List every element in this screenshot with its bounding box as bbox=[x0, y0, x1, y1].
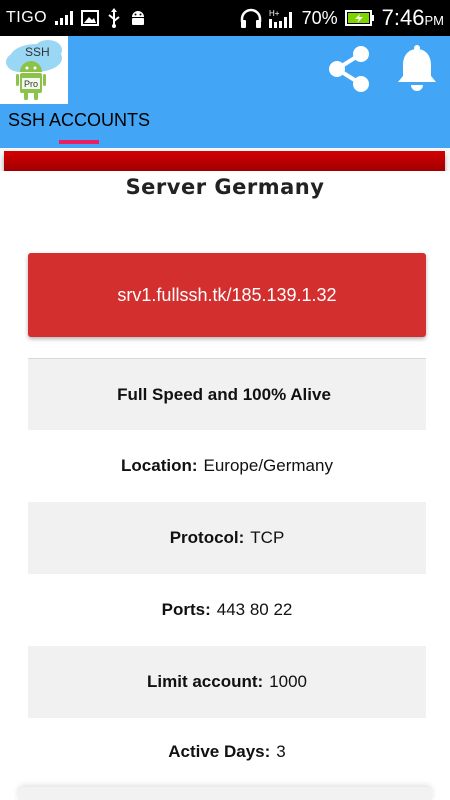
days-value: 3 bbox=[276, 742, 286, 761]
server-host-button[interactable]: srv1.fullssh.tk/185.139.1.32 bbox=[28, 253, 426, 337]
next-card-edge bbox=[18, 787, 432, 800]
days-row: Active Days: 3 bbox=[28, 718, 426, 786]
server-host-label: srv1.fullssh.tk/185.139.1.32 bbox=[117, 284, 337, 305]
share-button[interactable] bbox=[322, 44, 376, 98]
ports-row: Ports: 443 80 22 bbox=[28, 574, 426, 646]
server-title: Server Germany bbox=[125, 175, 325, 199]
status-left: TIGO bbox=[6, 8, 147, 28]
android-icon bbox=[129, 9, 147, 27]
ports-label: Ports: bbox=[161, 600, 211, 619]
location-row: Location: Europe/Germany bbox=[28, 430, 426, 502]
notifications-button[interactable] bbox=[390, 44, 444, 98]
battery-percent: 70% bbox=[301, 7, 338, 28]
status-bar: TIGO H+ 70% 7:46PM bbox=[0, 0, 450, 36]
usb-icon bbox=[107, 8, 121, 28]
location-label: Location: bbox=[121, 456, 198, 475]
status-right: H+ 70% 7:46PM bbox=[240, 5, 444, 31]
logo-pro-text: Pro bbox=[24, 79, 38, 89]
protocol-label: Protocol: bbox=[169, 528, 245, 547]
tab-label: SSH ACCOUNTS bbox=[8, 110, 151, 130]
limit-row: Limit account: 1000 bbox=[28, 646, 426, 718]
tab-indicator bbox=[59, 140, 99, 144]
limit-label: Limit account: bbox=[147, 672, 264, 691]
headphones-icon bbox=[240, 8, 262, 28]
signal-icon bbox=[55, 11, 74, 25]
image-icon bbox=[81, 10, 100, 26]
status-row: Full Speed and 100% Alive bbox=[28, 359, 426, 430]
days-label: Active Days: bbox=[168, 742, 271, 761]
clock-ampm: PM bbox=[424, 13, 445, 28]
protocol-row: Protocol: TCP bbox=[28, 502, 426, 574]
clock-time: 7:46 bbox=[381, 5, 425, 30]
carrier-label: TIGO bbox=[6, 9, 48, 26]
svg-text:H+: H+ bbox=[269, 9, 280, 18]
header-accent-bar bbox=[4, 151, 445, 171]
network-icon: H+ bbox=[268, 8, 295, 28]
app-logo: SSH Pro bbox=[0, 36, 68, 104]
battery-icon bbox=[344, 9, 375, 27]
location-value: Europe/Germany bbox=[203, 456, 333, 475]
protocol-value: TCP bbox=[250, 528, 285, 547]
bell-icon bbox=[396, 44, 438, 98]
ports-value: 443 80 22 bbox=[216, 600, 293, 619]
limit-value: 1000 bbox=[269, 672, 307, 691]
share-icon bbox=[325, 44, 373, 99]
clock: 7:46PM bbox=[382, 5, 444, 31]
logo-ssh-text: SSH bbox=[25, 45, 50, 59]
app-bar: SSH Pro SSH ACCOUNTS bbox=[0, 36, 450, 148]
server-card: Server Germany srv1.fullssh.tk/185.139.1… bbox=[0, 171, 450, 800]
status-text: Full Speed and 100% Alive bbox=[117, 384, 331, 404]
